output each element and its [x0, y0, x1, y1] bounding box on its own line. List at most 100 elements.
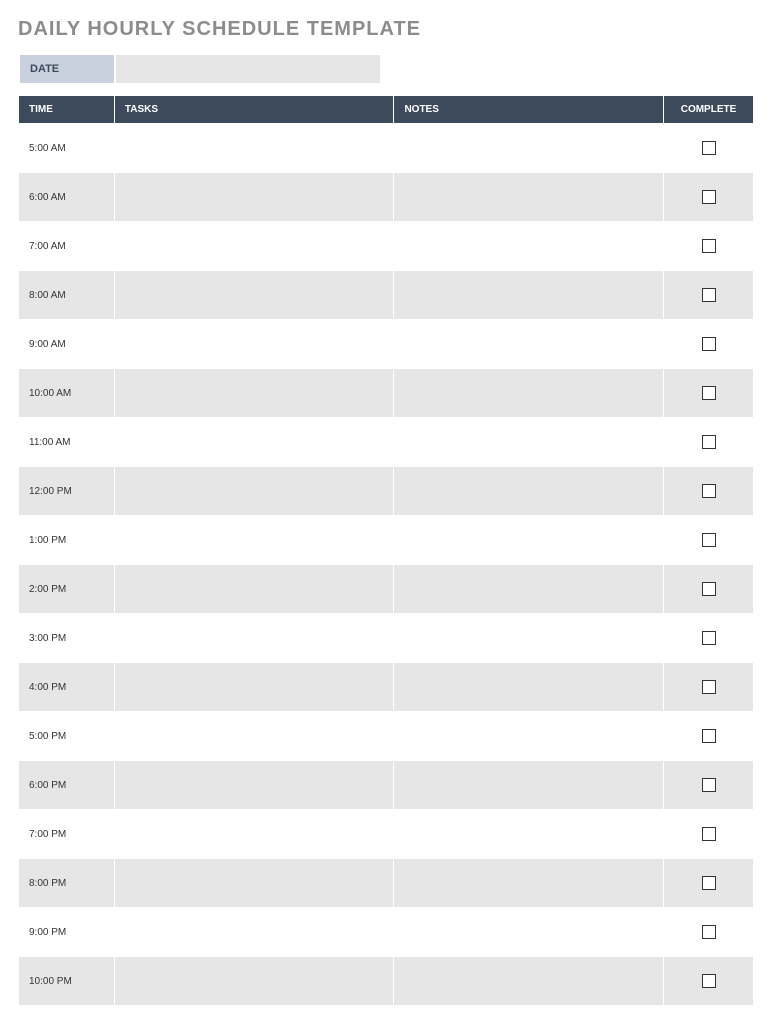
cell-complete [664, 614, 754, 663]
header-complete: COMPLETE [664, 96, 754, 124]
header-time: TIME [19, 96, 115, 124]
cell-time: 5:00 PM [19, 712, 115, 761]
cell-time: 6:00 PM [19, 761, 115, 810]
cell-tasks[interactable] [114, 614, 394, 663]
page-title: DAILY HOURLY SCHEDULE TEMPLATE [18, 18, 754, 41]
table-row: 11:00 AM [19, 418, 754, 467]
cell-complete [664, 565, 754, 614]
header-tasks: TASKS [114, 96, 394, 124]
cell-tasks[interactable] [114, 565, 394, 614]
cell-complete [664, 859, 754, 908]
cell-notes[interactable] [394, 859, 664, 908]
table-row: 10:00 PM [19, 957, 754, 1006]
cell-notes[interactable] [394, 222, 664, 271]
header-notes: NOTES [394, 96, 664, 124]
complete-checkbox[interactable] [702, 386, 716, 400]
cell-notes[interactable] [394, 271, 664, 320]
cell-complete [664, 320, 754, 369]
date-input[interactable] [115, 54, 381, 84]
complete-checkbox[interactable] [702, 631, 716, 645]
table-row: 6:00 AM [19, 173, 754, 222]
complete-checkbox[interactable] [702, 582, 716, 596]
cell-time: 5:00 AM [19, 124, 115, 173]
cell-time: 3:00 PM [19, 614, 115, 663]
cell-time: 10:00 AM [19, 369, 115, 418]
complete-checkbox[interactable] [702, 288, 716, 302]
date-row: DATE [18, 53, 754, 85]
date-label: DATE [19, 54, 115, 84]
cell-tasks[interactable] [114, 859, 394, 908]
complete-checkbox[interactable] [702, 435, 716, 449]
complete-checkbox[interactable] [702, 974, 716, 988]
cell-tasks[interactable] [114, 271, 394, 320]
cell-time: 11:00 AM [19, 418, 115, 467]
cell-notes[interactable] [394, 369, 664, 418]
complete-checkbox[interactable] [702, 484, 716, 498]
complete-checkbox[interactable] [702, 778, 716, 792]
cell-tasks[interactable] [114, 761, 394, 810]
cell-tasks[interactable] [114, 908, 394, 957]
cell-time: 7:00 PM [19, 810, 115, 859]
cell-notes[interactable] [394, 663, 664, 712]
cell-complete [664, 712, 754, 761]
cell-tasks[interactable] [114, 124, 394, 173]
cell-notes[interactable] [394, 565, 664, 614]
cell-notes[interactable] [394, 418, 664, 467]
table-row: 12:00 PM [19, 467, 754, 516]
cell-notes[interactable] [394, 320, 664, 369]
cell-tasks[interactable] [114, 467, 394, 516]
cell-notes[interactable] [394, 173, 664, 222]
complete-checkbox[interactable] [702, 729, 716, 743]
cell-tasks[interactable] [114, 663, 394, 712]
table-row: 6:00 PM [19, 761, 754, 810]
cell-notes[interactable] [394, 761, 664, 810]
complete-checkbox[interactable] [702, 141, 716, 155]
cell-complete [664, 957, 754, 1006]
cell-time: 6:00 AM [19, 173, 115, 222]
cell-notes[interactable] [394, 810, 664, 859]
cell-tasks[interactable] [114, 222, 394, 271]
complete-checkbox[interactable] [702, 925, 716, 939]
cell-notes[interactable] [394, 124, 664, 173]
table-row: 2:00 PM [19, 565, 754, 614]
cell-complete [664, 761, 754, 810]
table-row: 3:00 PM [19, 614, 754, 663]
cell-tasks[interactable] [114, 173, 394, 222]
cell-tasks[interactable] [114, 810, 394, 859]
complete-checkbox[interactable] [702, 827, 716, 841]
table-row: 7:00 PM [19, 810, 754, 859]
cell-time: 10:00 PM [19, 957, 115, 1006]
cell-tasks[interactable] [114, 957, 394, 1006]
table-row: 10:00 AM [19, 369, 754, 418]
cell-tasks[interactable] [114, 369, 394, 418]
cell-notes[interactable] [394, 908, 664, 957]
complete-checkbox[interactable] [702, 680, 716, 694]
cell-time: 9:00 PM [19, 908, 115, 957]
cell-notes[interactable] [394, 712, 664, 761]
cell-notes[interactable] [394, 516, 664, 565]
cell-tasks[interactable] [114, 320, 394, 369]
cell-tasks[interactable] [114, 418, 394, 467]
complete-checkbox[interactable] [702, 337, 716, 351]
complete-checkbox[interactable] [702, 239, 716, 253]
table-row: 8:00 PM [19, 859, 754, 908]
table-row: 8:00 AM [19, 271, 754, 320]
cell-complete [664, 467, 754, 516]
cell-tasks[interactable] [114, 712, 394, 761]
complete-checkbox[interactable] [702, 533, 716, 547]
cell-time: 9:00 AM [19, 320, 115, 369]
cell-notes[interactable] [394, 467, 664, 516]
cell-tasks[interactable] [114, 516, 394, 565]
cell-complete [664, 222, 754, 271]
complete-checkbox[interactable] [702, 876, 716, 890]
cell-time: 8:00 PM [19, 859, 115, 908]
table-row: 5:00 AM [19, 124, 754, 173]
cell-complete [664, 124, 754, 173]
cell-complete [664, 173, 754, 222]
cell-complete [664, 369, 754, 418]
cell-time: 7:00 AM [19, 222, 115, 271]
cell-notes[interactable] [394, 957, 664, 1006]
cell-time: 1:00 PM [19, 516, 115, 565]
complete-checkbox[interactable] [702, 190, 716, 204]
cell-notes[interactable] [394, 614, 664, 663]
